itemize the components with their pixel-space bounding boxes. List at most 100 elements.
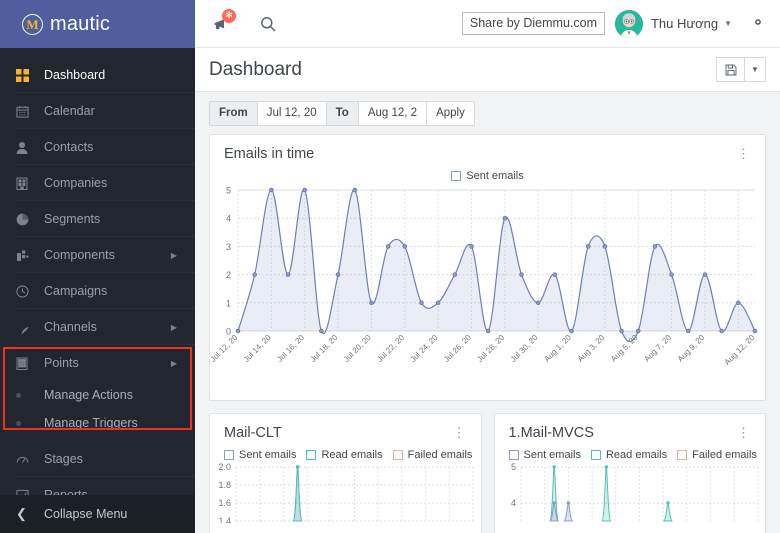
dashboard-content: Emails in time ⋮ Sent emails 0 1 2 3 4 5 Jul 1…	[195, 134, 780, 533]
sidebar-item-points[interactable]: Points ▶	[0, 345, 195, 381]
legend-label: Read emails	[605, 449, 668, 461]
sidebar-subitem-manage-triggers[interactable]: Manage Triggers	[0, 409, 195, 437]
megaphone-icon[interactable]: ✻	[213, 8, 236, 32]
chevron-left-icon: ❮	[16, 506, 27, 521]
apply-button[interactable]: Apply	[427, 101, 474, 125]
search-icon[interactable]	[260, 16, 276, 32]
svg-text:Jul 18, 20: Jul 18, 20	[309, 333, 340, 364]
username-label[interactable]: Thu Hương	[651, 16, 718, 31]
panel-menu-kebab-icon[interactable]: ⋮	[734, 147, 753, 161]
legend-item-sent-emails[interactable]: Sent emails	[224, 449, 296, 461]
sidebar-item-label: Stages	[44, 452, 83, 466]
sidebar-nav: Dashboard Calendar Contacts Companies Se…	[0, 48, 195, 495]
sidebar-subitem-label: Manage Triggers	[44, 416, 138, 430]
legend-item-sent-emails[interactable]: Sent emails	[508, 449, 581, 461]
legend-label: Failed emails	[407, 449, 473, 461]
collapse-menu-button[interactable]: ❮ Collapse Menu	[0, 495, 195, 533]
panel-header: Emails in time ⋮	[210, 135, 765, 166]
chart-legend: Sent emails	[210, 166, 765, 184]
legend-label: Sent emails	[239, 449, 297, 461]
panel-menu-kebab-icon[interactable]: ⋮	[734, 426, 753, 440]
page-header: Dashboard ▼	[195, 48, 780, 92]
save-dashboard-button[interactable]	[716, 57, 744, 82]
svg-text:Jul 12, 20: Jul 12, 20	[210, 333, 240, 364]
mautic-logo-icon: M	[22, 13, 43, 35]
svg-text:Aug 1, 20: Aug 1, 20	[542, 333, 573, 364]
legend-swatch-icon	[392, 450, 403, 460]
save-options-caret[interactable]: ▼	[744, 57, 766, 82]
legend-item-failed-emails[interactable]: Failed emails	[677, 449, 757, 461]
sidebar-subitem-manage-actions[interactable]: Manage Actions	[0, 381, 195, 409]
sidebar-item-calendar[interactable]: Calendar	[0, 93, 195, 129]
gear-icon[interactable]	[750, 14, 766, 34]
notification-badge: ✻	[222, 8, 236, 23]
top-bar: ✻ Share by Diemmu.com Thu Hương ▼	[195, 0, 780, 48]
svg-text:Jul 20, 20: Jul 20, 20	[342, 333, 373, 364]
chevron-down-icon[interactable]: ▼	[724, 19, 732, 28]
legend-swatch-icon	[677, 450, 688, 460]
svg-text:Jul 24, 20: Jul 24, 20	[409, 333, 440, 364]
main-area: ✻ Share by Diemmu.com Thu Hương ▼ Dashbo…	[195, 0, 780, 533]
sidebar-item-segments[interactable]: Segments	[0, 201, 195, 237]
svg-text:2.0: 2.0	[218, 463, 231, 472]
legend-item-sent-emails[interactable]: Sent emails	[451, 170, 524, 182]
share-input[interactable]: Share by Diemmu.com	[461, 11, 605, 36]
legend-label: Failed emails	[692, 449, 757, 461]
to-date-input[interactable]: Aug 12, 2	[358, 101, 428, 125]
dashboard-gauge-icon	[16, 453, 38, 466]
legend-label: Sent emails	[523, 449, 581, 461]
svg-text:4: 4	[510, 498, 515, 508]
sidebar-item-label: Contacts	[44, 140, 94, 154]
sidebar-item-reports[interactable]: Reports	[0, 477, 195, 495]
panel-menu-kebab-icon[interactable]: ⋮	[450, 426, 469, 440]
from-label: From	[210, 101, 258, 125]
sidebar-item-campaigns[interactable]: Campaigns	[0, 273, 195, 309]
sidebar-item-label: Reports	[44, 488, 88, 495]
chart-legend: Sent emails Read emails Failed emails	[495, 445, 766, 463]
legend-item-failed-emails[interactable]: Failed emails	[392, 449, 473, 461]
chart-line-icon	[16, 489, 38, 495]
sidebar-item-label: Companies	[44, 176, 108, 190]
bullet-icon	[16, 392, 38, 398]
bullet-icon	[16, 420, 38, 426]
sidebar-item-contacts[interactable]: Contacts	[0, 129, 195, 165]
sidebar-item-dashboard[interactable]: Dashboard	[0, 57, 195, 93]
pie-chart-icon	[16, 213, 38, 226]
svg-text:Jul 30, 20: Jul 30, 20	[509, 333, 540, 364]
sidebar-item-label: Channels	[44, 320, 97, 334]
svg-text:Jul 28, 20: Jul 28, 20	[475, 333, 506, 364]
sidebar-item-stages[interactable]: Stages	[0, 441, 195, 477]
sidebar-item-companies[interactable]: Companies	[0, 165, 195, 201]
legend-swatch-icon	[590, 450, 601, 460]
legend-item-read-emails[interactable]: Read emails	[306, 449, 383, 461]
chart-mail-clt: 2.0 1.8 1.6 1.4	[210, 462, 481, 526]
brand-name: mautic	[50, 12, 111, 35]
svg-text:3: 3	[226, 242, 231, 252]
from-date-input[interactable]: Jul 12, 20	[257, 101, 327, 125]
panel-title: 1.Mail-MVCS	[508, 425, 594, 441]
svg-text:Aug 3, 20: Aug 3, 20	[576, 333, 607, 364]
user-icon	[16, 141, 38, 154]
panel-mail-mvcs: 1.Mail-MVCS ⋮ Sent emails Read emails Fa…	[493, 413, 766, 533]
avatar[interactable]	[614, 9, 643, 38]
sidebar-item-label: Points	[44, 356, 79, 370]
brand-logo[interactable]: M mautic	[0, 0, 195, 48]
sidebar-item-components[interactable]: Components ▶	[0, 237, 195, 273]
svg-text:5: 5	[510, 463, 515, 472]
sidebar-item-label: Calendar	[44, 104, 95, 118]
sidebar: M mautic Dashboard Calendar Contacts Com…	[0, 0, 195, 533]
clock-icon	[16, 284, 38, 298]
legend-swatch-icon	[508, 450, 519, 460]
legend-item-read-emails[interactable]: Read emails	[590, 449, 668, 461]
legend-label: Sent emails	[466, 170, 524, 182]
sidebar-item-channels[interactable]: Channels ▶	[0, 309, 195, 345]
legend-label: Read emails	[321, 449, 383, 461]
sidebar-item-label: Components	[44, 248, 115, 262]
rss-icon	[16, 321, 38, 334]
chart-mail-mvcs: 54	[495, 462, 766, 523]
date-range-group: From Jul 12, 20 To Aug 12, 2 Apply	[209, 100, 475, 126]
mautic-dashboard-app: M mautic Dashboard Calendar Contacts Com…	[0, 0, 780, 533]
sidebar-item-label: Segments	[44, 212, 101, 226]
chevron-right-icon: ▶	[170, 250, 177, 260]
sidebar-item-label: Dashboard	[44, 68, 106, 82]
